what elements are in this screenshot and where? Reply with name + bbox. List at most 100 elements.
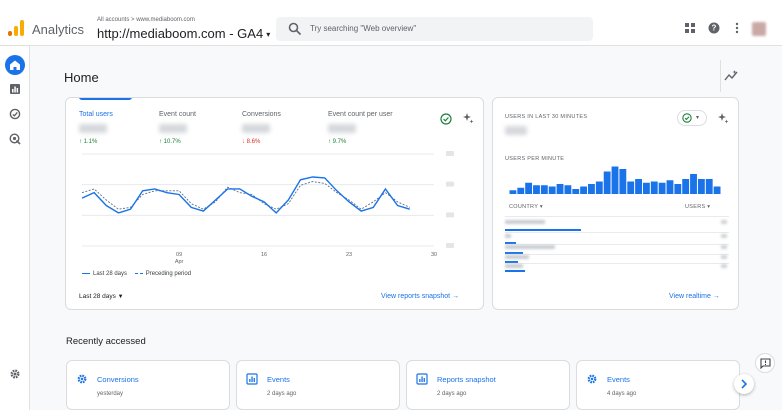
comparison-toggle[interactable]: ▾ [677, 110, 707, 126]
caret-down-icon: ▾ [696, 115, 700, 121]
nav-reports[interactable] [5, 79, 25, 99]
nav-admin[interactable] [5, 364, 25, 384]
legend-swatch-dashed [134, 272, 143, 274]
metric-total-users[interactable]: Total users ↑ 1.1% [79, 111, 113, 145]
per-minute-bar [713, 186, 721, 194]
date-range-selector[interactable]: Last 28 days ▼ [79, 293, 124, 300]
check-circle-icon [682, 113, 692, 123]
metric-event-count-per-user[interactable]: Event count per user ↑ 9.7% [328, 111, 393, 145]
country-users [721, 255, 727, 259]
more-vert-icon[interactable] [731, 22, 743, 34]
country-column-header[interactable]: COUNTRY ▾ [509, 204, 543, 210]
help-icon[interactable]: ? [708, 22, 720, 34]
report-icon [246, 373, 258, 385]
feedback-button[interactable] [755, 353, 775, 373]
per-minute-bar [540, 185, 548, 194]
explore-icon [9, 108, 21, 120]
recent-item-events[interactable]: Events 2 days ago [236, 360, 400, 410]
per-minute-bar [588, 184, 595, 194]
country-share-bar [505, 229, 582, 231]
sparkle-icon[interactable] [717, 112, 729, 124]
metric-label: Event count per user [328, 111, 393, 118]
nav-advertising[interactable] [5, 129, 25, 149]
breadcrumb[interactable]: All accounts > www.mediaboom.com [97, 17, 195, 23]
country-name [505, 264, 523, 268]
date-range-label: Last 28 days [79, 293, 116, 300]
recent-item-events-2[interactable]: Events 4 days ago [576, 360, 740, 410]
page-title: Home [64, 70, 99, 85]
metric-value [328, 124, 356, 133]
check-circle-icon[interactable] [440, 113, 452, 125]
caret-down-icon: ▼ [117, 294, 124, 300]
app-name[interactable]: Analytics [32, 22, 84, 37]
per-minute-bar [580, 186, 588, 194]
line-chart: 09Apr 16 23 30 [81, 151, 454, 265]
recent-item-name: Conversions [97, 375, 139, 384]
chart-legend: Last 28 days Preceding period [82, 271, 191, 277]
top-bar: Analytics All accounts > www.mediaboom.c… [0, 0, 782, 46]
metric-value [159, 124, 187, 133]
per-minute-bar [564, 185, 572, 194]
left-nav [0, 46, 30, 410]
metric-conversions[interactable]: Conversions ↓ 8.6% [242, 111, 281, 145]
per-minute-bar [682, 179, 690, 194]
analytics-logo-icon[interactable] [8, 20, 24, 36]
insights-icon[interactable] [724, 69, 738, 83]
series-line-last-28-days [81, 176, 410, 214]
per-minute-bar [697, 179, 705, 194]
x-tick-label: 16 [261, 252, 267, 258]
divider [505, 254, 729, 255]
gear-icon [10, 369, 20, 379]
view-reports-snapshot-link[interactable]: View reports snapshot → [381, 293, 459, 300]
per-minute-bar [509, 190, 517, 194]
metric-change: ↑ 10.7% [159, 139, 181, 145]
metric-value [242, 124, 270, 133]
recent-item-time: yesterday [97, 391, 124, 397]
recent-item-reports-snapshot[interactable]: Reports snapshot 2 days ago [406, 360, 570, 410]
report-icon [416, 373, 428, 385]
recent-item-conversions[interactable]: Conversions yesterday [66, 360, 230, 410]
nav-explore[interactable] [5, 104, 25, 124]
y-tick-label [446, 151, 454, 156]
apps-grid-icon[interactable] [684, 22, 696, 34]
recent-item-time: 2 days ago [267, 391, 297, 397]
search-box[interactable]: Try searching "Web overview" [276, 17, 593, 41]
search-placeholder: Try searching "Web overview" [310, 24, 417, 33]
y-tick-label [446, 243, 454, 248]
per-minute-bar [635, 179, 642, 194]
per-minute-bar [533, 185, 540, 194]
per-minute-bar [674, 184, 682, 194]
property-selector[interactable]: http://mediaboom.com - GA4 ▾ [97, 26, 270, 41]
next-button[interactable] [734, 374, 754, 394]
search-icon [288, 22, 302, 36]
legend-label: Last 28 days [93, 271, 128, 277]
conversions-icon [77, 374, 87, 384]
sparkle-icon[interactable] [462, 112, 474, 124]
users-per-minute-label: USERS PER MINUTE [505, 156, 565, 162]
advertising-icon [9, 133, 21, 145]
country-users [721, 245, 727, 249]
metric-label: Event count [159, 111, 196, 118]
x-tick-label: 09 [176, 252, 182, 258]
country-name [505, 255, 529, 259]
recent-item-name: Events [267, 375, 290, 384]
feedback-icon [760, 358, 771, 369]
per-minute-bar [611, 166, 619, 194]
per-minute-bar [650, 181, 658, 194]
realtime-card: USERS IN LAST 30 MINUTES ▾ USERS PER MIN… [492, 97, 739, 310]
users-column-header[interactable]: USERS ▾ [685, 204, 710, 210]
nav-home[interactable] [5, 55, 25, 75]
per-minute-bar [572, 189, 580, 194]
country-name [505, 220, 545, 224]
avatar[interactable] [752, 22, 766, 36]
per-minute-bar [666, 180, 674, 194]
view-realtime-link[interactable]: View realtime → [669, 293, 720, 300]
per-minute-bar [642, 182, 650, 194]
y-tick-label [446, 181, 454, 187]
conversions-icon [587, 374, 597, 384]
per-minute-bar [548, 186, 556, 194]
metric-event-count[interactable]: Event count ↑ 10.7% [159, 111, 196, 145]
divider [505, 263, 729, 264]
country-share-bar [505, 270, 526, 272]
realtime-value [505, 126, 527, 135]
